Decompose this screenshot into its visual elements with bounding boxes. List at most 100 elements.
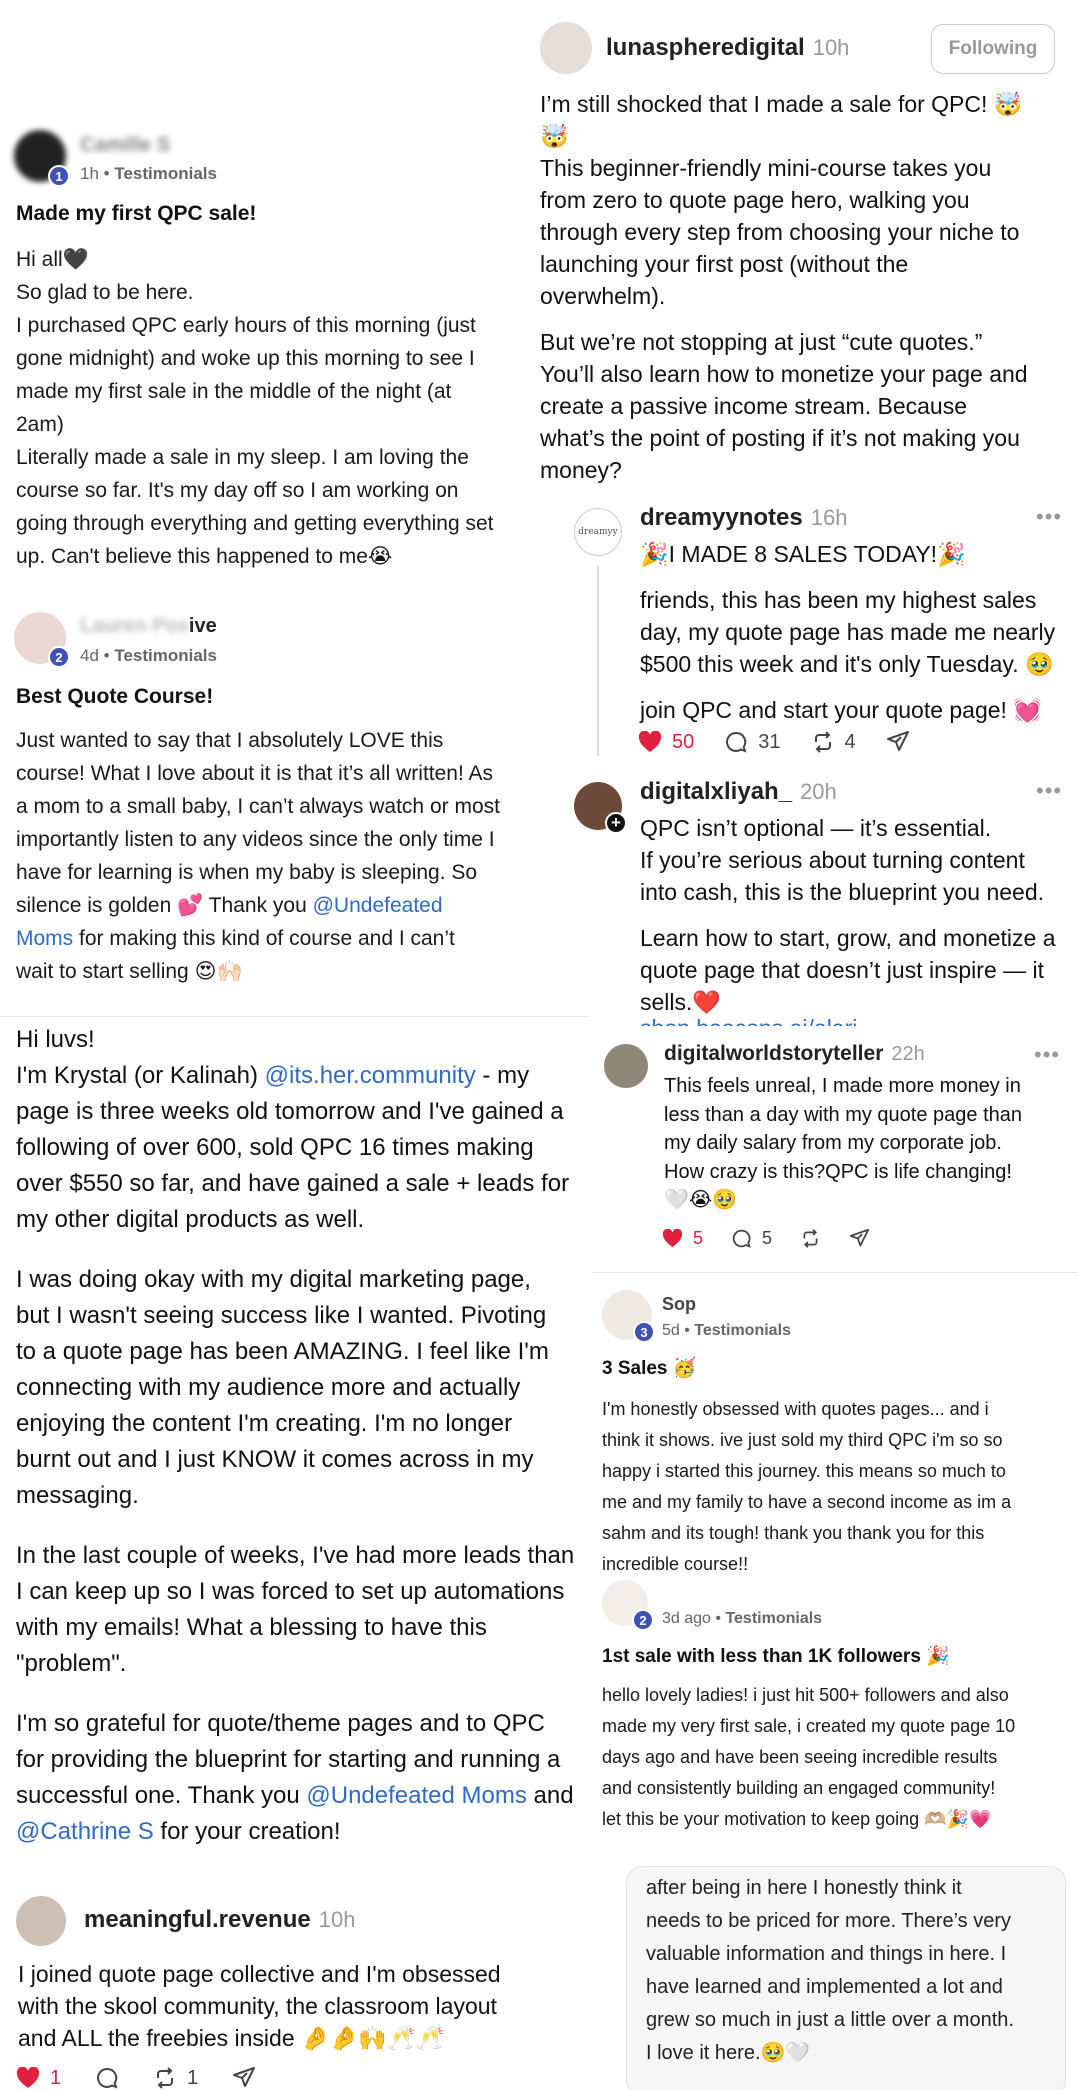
comment-button[interactable]: 31	[724, 730, 781, 754]
more-button[interactable]: •••	[1036, 504, 1062, 530]
avatar[interactable]: dreamyy	[574, 508, 622, 556]
body-line: 🎉I MADE 8 SALES TODAY!🎉	[640, 541, 966, 567]
divider	[592, 1272, 1077, 1273]
share-button[interactable]	[232, 2066, 256, 2090]
body-line: So glad to be here.	[16, 281, 194, 304]
thread-line	[597, 566, 599, 756]
comment-button[interactable]: 5	[731, 1228, 772, 1249]
body-line: have for learning is when my baby is sle…	[16, 861, 478, 884]
action-bar: 5 5	[662, 1228, 870, 1249]
body-line: $500 this week and it's only Tuesday. 🥹	[640, 651, 1054, 677]
body-line: join QPC and start your quote page! 💓	[640, 697, 1042, 723]
like-button[interactable]: 1	[16, 2066, 61, 2090]
mention-link[interactable]: @Undefeated	[313, 894, 443, 917]
post-body: Just wanted to say that I absolutely LOV…	[16, 724, 561, 988]
mention-link[interactable]: @Cathrine S	[16, 1818, 154, 1845]
post-body: after being in here I honestly think it …	[646, 1872, 1056, 2070]
more-icon: •••	[1034, 1042, 1061, 1067]
body-line: my daily salary from my corporate job.	[664, 1132, 1002, 1154]
more-button[interactable]: •••	[1034, 1042, 1060, 1068]
follow-plus-icon[interactable]: +	[605, 812, 627, 834]
share-button[interactable]	[886, 730, 910, 754]
level-badge: 1	[48, 165, 70, 187]
post-body: I’m still shocked that I made a sale for…	[540, 88, 1070, 486]
post-category[interactable]: Testimonials	[694, 1322, 791, 1339]
post-category[interactable]: Testimonials	[114, 164, 217, 183]
share-icon	[886, 731, 909, 751]
action-bar: 1 1	[16, 2066, 256, 2090]
avatar[interactable]	[540, 22, 592, 74]
body-line: I joined quote page collective and I'm o…	[18, 1961, 501, 1987]
mention-link[interactable]: @its.her.community	[265, 1062, 476, 1089]
body-line: I'm honestly obsessed with quotes pages.…	[602, 1399, 989, 1419]
post-link[interactable]: shop.beacons.ai/alari	[640, 1016, 940, 1026]
post-body: This feels unreal, I made more money in …	[664, 1072, 1064, 1215]
post-header: dreamyynotes 16h	[640, 504, 847, 532]
avatar[interactable]	[604, 1044, 648, 1088]
username[interactable]: dreamyynotes	[640, 504, 803, 531]
repost-count: 1	[187, 2066, 199, 2089]
body-line: launching your first post (without the	[540, 251, 909, 277]
share-button[interactable]	[849, 1228, 870, 1249]
like-button[interactable]: 5	[662, 1228, 703, 1249]
author-name[interactable]: Sop	[662, 1294, 696, 1315]
comment-icon	[726, 731, 747, 753]
post-category[interactable]: Testimonials	[725, 1610, 822, 1627]
mention-link[interactable]: Moms	[16, 927, 73, 950]
body-line: with my emails! What a blessing to have …	[16, 1614, 487, 1641]
body-line: me and my family to have a second income…	[602, 1492, 1012, 1512]
body-line: and consistently building an engaged com…	[602, 1778, 996, 1798]
mention-link[interactable]: @Undefeated Moms	[306, 1782, 526, 1809]
body-line: @Cathrine S for your creation!	[16, 1814, 586, 1850]
body-line: I'm so grateful for quote/theme pages an…	[16, 1710, 545, 1737]
level-badge: 2	[632, 1609, 654, 1631]
comment-button[interactable]	[95, 2066, 119, 2090]
body-line: How crazy is this?QPC is life changing!	[664, 1160, 1012, 1183]
body-line: course so far. It's my day off so I am w…	[16, 479, 459, 502]
avatar[interactable]	[16, 1896, 66, 1946]
divider	[0, 1016, 590, 1017]
more-icon: •••	[1036, 778, 1063, 803]
body-line: sells.❤️	[640, 989, 722, 1015]
post-title[interactable]: 3 Sales 🥳	[602, 1356, 696, 1380]
post-meta: 4d • Testimonials	[80, 646, 217, 665]
post-time: 16h	[810, 505, 848, 530]
post-category[interactable]: Testimonials	[114, 646, 217, 665]
author-name[interactable]: Lauren Posive	[80, 615, 217, 638]
like-button[interactable]: 50	[638, 730, 694, 754]
body-line: I was doing okay with my digital marketi…	[16, 1266, 531, 1293]
body-line: If you’re serious about turning content	[640, 847, 1025, 873]
repost-button[interactable]	[800, 1228, 821, 1249]
post-body: 🎉I MADE 8 SALES TODAY!🎉 friends, this ha…	[640, 538, 1070, 726]
post-time: 22h	[891, 1043, 925, 1065]
body-line: valuable information and things in here.…	[646, 1943, 1007, 1965]
body-line: messaging.	[16, 1482, 139, 1509]
body-line: following of over 600, sold QPC 16 times…	[16, 1134, 534, 1161]
following-button[interactable]: Following	[931, 24, 1055, 74]
username[interactable]: digitalxliyah_	[640, 778, 792, 805]
body-line: what’s the point of posting if it’s not …	[540, 425, 1020, 451]
post-title[interactable]: 1st sale with less than 1K followers 🎉	[602, 1644, 950, 1668]
body-line: from zero to quote page hero, walking yo…	[540, 187, 970, 213]
post-time: 10h	[318, 1907, 356, 1932]
author-name[interactable]: Camille S	[80, 134, 170, 157]
username[interactable]: meaningful.revenue	[84, 1906, 311, 1933]
body-line: friends, this has been my highest sales	[640, 587, 1037, 613]
body-line: gone midnight) and woke up this morning …	[16, 347, 475, 370]
username[interactable]: digitalworldstoryteller	[664, 1042, 883, 1065]
like-count: 5	[693, 1228, 704, 1248]
repost-button[interactable]: 4	[811, 730, 856, 754]
post-title[interactable]: Best Quote Course!	[16, 685, 213, 709]
repost-button[interactable]: 1	[153, 2066, 198, 2090]
body-line: Moms for making this kind of course and …	[16, 922, 561, 955]
username[interactable]: lunaspheredigital	[606, 34, 805, 61]
post-header: digitalworldstoryteller 22h	[664, 1042, 925, 1066]
level-badge: 3	[633, 1321, 655, 1343]
post-time: 4d	[80, 646, 99, 665]
like-count: 1	[50, 2066, 62, 2089]
comment-count: 31	[758, 730, 781, 753]
body-line: I purchased QPC early hours of this morn…	[16, 314, 476, 337]
body-line: less than a day with my quote page than	[664, 1103, 1023, 1126]
post-title[interactable]: Made my first QPC sale!	[16, 202, 256, 226]
more-button[interactable]: •••	[1036, 778, 1062, 804]
